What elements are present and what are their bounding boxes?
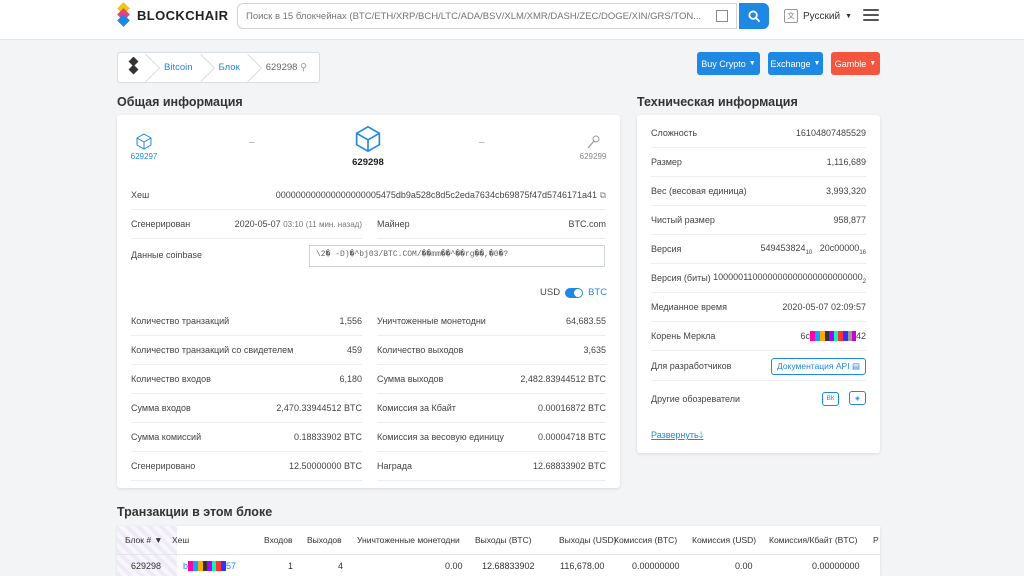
next-block: 629299 [578, 133, 608, 161]
table-cell: 12.68833902 [482, 561, 535, 571]
general-info-title: Общая информация [117, 95, 243, 109]
merkle-identicon [809, 331, 856, 342]
stat-row-right: Комиссия за весовую единицу 0.00004718 BT… [377, 423, 606, 452]
tech-row: Сложность 16104807485529 [651, 119, 866, 148]
gamble-button[interactable]: Gamble ▼ [831, 52, 880, 75]
stat-row-right: Комиссия за Кбайт 0.00016872 BTC [377, 394, 606, 423]
hash-row: Хеш 000000000000000000005475db9a528c8d5c… [131, 181, 606, 210]
tech-row: Версия (биты) 100000110000000000000000000… [651, 264, 866, 293]
miner-row: Майнер BTC.com [377, 210, 606, 239]
breadcrumb: Bitcoin Блок 629298 ⚲ [117, 52, 321, 83]
search-input[interactable] [246, 10, 713, 22]
prev-block-link[interactable]: 629297 [129, 133, 159, 161]
shield-explorer-icon[interactable]: ◈ [849, 391, 866, 406]
tech-row: Корень Меркла 6c 42 [651, 322, 866, 351]
search-box[interactable] [237, 3, 737, 29]
hash-identicon [188, 561, 227, 571]
table-cell: 0.00000000 [812, 561, 860, 571]
stat-row-right: Уничтоженные монетодни 64,683.55 [377, 307, 606, 336]
chevron-down-icon: ▼ [813, 60, 821, 67]
buy-crypto-button[interactable]: Buy Crypto ▼ [697, 52, 760, 75]
arrow-down-icon: 🡓 [698, 430, 704, 440]
tech-row: Версия 54945382410 20c0000016 [651, 235, 866, 264]
chevron-down-icon: ▼ [869, 60, 877, 67]
blockchair-logo[interactable]: BLOCKCHAIR [116, 2, 229, 27]
stat-row-left: Количество транзакций 1,556 [131, 307, 362, 336]
dash: – [479, 137, 485, 148]
table-cell: 0.00 [735, 561, 753, 571]
language-label: Русский [803, 10, 841, 22]
stat-row-right: Награда 12.68833902 BTC [377, 452, 606, 481]
link-icon[interactable]: ⚲ [300, 62, 307, 73]
table-cell: 4 [338, 561, 344, 571]
coinbase-label: Данные coinbase [131, 250, 203, 260]
column-header[interactable]: Выходы (USD) [559, 526, 617, 554]
exchange-button[interactable]: Exchange ▼ [768, 52, 823, 75]
toggle-switch[interactable] [565, 287, 584, 298]
chevron-down-icon: ▼ [845, 12, 853, 20]
stat-row-right: Количество выходов 3,635 [377, 336, 606, 365]
dev-row: Для разработчиков Документация API ▤ [651, 352, 866, 381]
cube-icon [355, 125, 381, 153]
copy-icon[interactable]: ⧉ [600, 190, 606, 200]
logo-mark-icon [116, 2, 132, 27]
stat-row-left: Сумма входов 2,470.33944512 BTC [131, 394, 362, 423]
breadcrumb-home[interactable] [118, 53, 150, 82]
table-cell: 1 [288, 561, 294, 571]
tech-row: Чистый размер 958,877 [651, 206, 866, 235]
home-logo-icon [128, 56, 140, 78]
tech-row: Размер 1,116,689 [651, 148, 866, 177]
tech-row: Медианное время 2020-05-07 02:09:57 [651, 293, 866, 322]
search-button[interactable] [739, 3, 769, 29]
menu-icon[interactable] [863, 9, 879, 21]
currency-toggle[interactable]: USD BTC [540, 287, 607, 298]
transactions-title: Транзакции в этом блоке [117, 505, 273, 519]
current-block: 629298 [348, 125, 388, 168]
api-icon: ▤ [851, 360, 860, 371]
coinbase-data-field[interactable]: \2� -D)�^bj03/BTC.COM/��mm��^��rg��,�0�? [309, 245, 605, 267]
top-bar: BLOCKCHAIR 文 Русский ▼ [0, 0, 1024, 40]
pickaxe-icon [587, 135, 600, 149]
stat-row-left: Сумма комиссий 0.18833902 BTC [131, 423, 362, 452]
column-header[interactable]: Комиссия (USD) [692, 526, 756, 554]
column-header[interactable]: Блок # ▼ [125, 526, 163, 554]
column-header[interactable]: Комиссия (BTC) [614, 526, 677, 554]
column-header[interactable]: Уничтоженные монетодни [357, 526, 460, 554]
column-header[interactable]: Р [873, 526, 879, 554]
miner-link[interactable]: BTC.com [568, 219, 606, 229]
tech-info-card: Сложность 16104807485529 Размер 1,116,689 Ве… [637, 115, 880, 453]
vk-explorer-button[interactable]: ВК [822, 391, 839, 406]
table-cell[interactable]: 629298 [131, 555, 161, 576]
hash-value[interactable]: 000000000000000000005475db9a528c8d5c2eda… [276, 190, 597, 200]
brand-name: BLOCKCHAIR [137, 7, 229, 23]
column-header[interactable]: Выходов [307, 526, 342, 554]
stat-row-left: Количество транзакций со свидетелем 459 [131, 336, 362, 365]
stat-row-right: Сумма выходов 2,482.83944512 BTC [377, 365, 606, 394]
explorers-row: Другие обозреватели ВК ◈ [651, 383, 866, 414]
search-icon [747, 9, 760, 22]
column-header[interactable]: Входов [264, 526, 292, 554]
tech-row: Вес (весовая единица) 3,993,320 [651, 177, 866, 206]
language-selector[interactable]: 文 Русский ▼ [784, 9, 852, 23]
transactions-table: Блок # ▼ Хеш Входов Выходов Уничтоженные мон… [117, 526, 880, 576]
tech-info-title: Техническая информация [637, 95, 798, 109]
stat-row-left: Сгенерировано 12.50000000 BTC [131, 452, 362, 481]
column-header[interactable]: Комиссия/Кбайт (BTC) [769, 526, 858, 554]
expand-link[interactable]: Развернуть🡓 [651, 428, 703, 444]
stat-row-left: Количество входов 6,180 [131, 365, 362, 394]
qr-scan-icon[interactable] [716, 10, 728, 22]
generated-row: Сгенерирован 2020-05-07 03:10 (11 мин. н… [131, 210, 362, 239]
cube-icon [136, 133, 152, 150]
chevron-down-icon: ▼ [748, 60, 756, 67]
api-docs-button[interactable]: Документация API ▤ [770, 357, 866, 375]
table-cell: 116,678.00 [560, 561, 605, 571]
column-header[interactable]: Выходы (BTC) [475, 526, 532, 554]
translate-icon: 文 [784, 9, 798, 23]
column-header[interactable]: Хеш [172, 526, 189, 554]
table-cell: 0.00000000 [632, 561, 680, 571]
dash: – [249, 137, 255, 148]
table-cell: 0.00 [445, 561, 463, 571]
table-cell: b 57 [183, 561, 237, 571]
filter-icon: ▼ [154, 535, 163, 545]
